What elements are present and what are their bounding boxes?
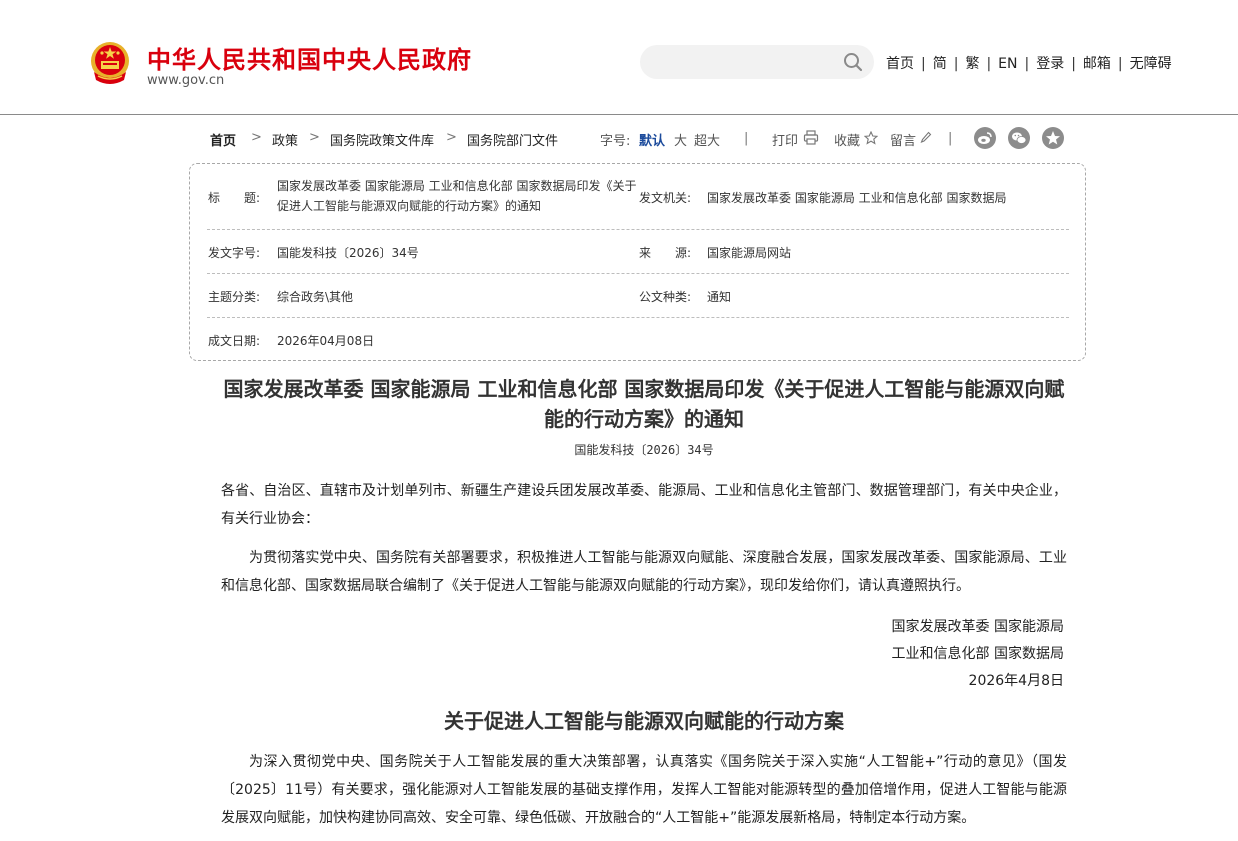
nav-english[interactable]: EN	[998, 56, 1017, 72]
weibo-icon	[978, 132, 992, 144]
breadcrumb-department-docs[interactable]: 国务院部门文件	[467, 130, 558, 149]
info-divider	[207, 229, 1069, 230]
info-source-value: 国家能源局网站	[707, 246, 792, 260]
info-type-label: 公文种类:	[639, 290, 692, 304]
wechat-icon	[1012, 132, 1027, 144]
font-size-xlarge[interactable]: 超大	[694, 130, 720, 149]
nav-separator: |	[1117, 56, 1123, 72]
share-weibo-button[interactable]	[974, 127, 996, 149]
info-date-label: 成文日期:	[208, 334, 261, 348]
search-input[interactable]	[656, 52, 840, 74]
share-wechat-button[interactable]	[1008, 127, 1030, 149]
article-title: 国家发展改革委 国家能源局 工业和信息化部 国家数据局印发《关于促进人工智能与能…	[223, 377, 1065, 431]
info-type-value: 通知	[707, 290, 732, 304]
article-signature-1: 国家发展改革委 国家能源局	[891, 619, 1064, 635]
info-title-label: 标 题:	[208, 191, 261, 205]
info-divider	[207, 317, 1069, 318]
search-box	[640, 45, 874, 79]
top-nav: 首页 | 简 | 繁 | EN | 登录 | 邮箱 | 无障碍	[886, 53, 1172, 73]
nav-separator: |	[1024, 56, 1030, 72]
comment-label: 留言	[890, 134, 917, 149]
comment-button[interactable]: 留言	[890, 130, 932, 149]
print-button[interactable]: 打印	[772, 130, 819, 149]
print-icon	[803, 130, 819, 145]
info-topic-value: 综合政务\其他	[277, 290, 354, 304]
info-issuer-label: 发文机关:	[639, 191, 692, 205]
nav-simplified[interactable]: 简	[933, 56, 947, 72]
plan-title: 关于促进人工智能与能源双向赋能的行动方案	[444, 709, 844, 733]
star-icon	[864, 131, 878, 145]
info-divider	[207, 273, 1069, 274]
favorite-label: 收藏	[834, 134, 861, 149]
site-header: 中华人民共和国中央人民政府 www.gov.cn 首页 | 简 | 繁 | EN | 登录 | 邮箱…	[0, 0, 1238, 115]
nav-separator: |	[1071, 56, 1076, 72]
national-emblem-icon[interactable]	[88, 40, 132, 88]
breadcrumb-arrow: >	[446, 130, 457, 145]
share-qzone-button[interactable]	[1042, 127, 1064, 149]
article-addressee: 各省、自治区、直辖市及计划单列市、新疆生产建设兵团发展改革委、能源局、工业和信息…	[221, 483, 1067, 527]
article-signature-2: 工业和信息化部 国家数据局	[891, 646, 1064, 662]
breadcrumb-policy[interactable]: 政策	[272, 130, 298, 149]
nav-traditional[interactable]: 繁	[965, 56, 979, 72]
font-size-label: 字号:	[600, 134, 631, 149]
info-docno-label: 发文字号:	[208, 246, 261, 260]
nav-mail[interactable]: 邮箱	[1083, 56, 1111, 72]
search-icon[interactable]	[842, 51, 864, 73]
font-size-large[interactable]: 大	[674, 130, 687, 149]
info-title-value: 国家发展改革委 国家能源局 工业和信息化部 国家数据局印发《关于促进人工智能与能…	[277, 179, 637, 213]
article-doc-number: 国能发科技〔2026〕34号	[574, 443, 714, 457]
info-source-label: 来 源:	[639, 246, 692, 260]
toolbar-separator: |	[948, 131, 953, 146]
info-topic-label: 主题分类:	[208, 290, 261, 304]
favorite-button[interactable]: 收藏	[834, 130, 878, 149]
font-size-default[interactable]: 默认	[639, 130, 665, 149]
site-title[interactable]: 中华人民共和国中央人民政府	[147, 40, 472, 75]
nav-login[interactable]: 登录	[1036, 56, 1064, 72]
plan-intro: 为深入贯彻党中央、国务院关于人工智能发展的重大决策部署，认真落实《国务院关于深入…	[221, 754, 1067, 826]
nav-home[interactable]: 首页	[886, 56, 914, 72]
toolbar-separator: |	[744, 131, 749, 146]
info-date-value: 2026年04月08日	[277, 334, 375, 348]
nav-separator: |	[921, 56, 926, 72]
article-body: 为贯彻落实党中央、国务院有关部署要求，积极推进人工智能与能源双向赋能、深度融合发…	[221, 550, 1067, 594]
site-url[interactable]: www.gov.cn	[147, 73, 224, 88]
nav-separator: |	[986, 56, 992, 72]
print-label: 打印	[772, 134, 799, 149]
breadcrumb-home[interactable]: 首页	[210, 130, 236, 149]
info-docno-value: 国能发科技〔2026〕34号	[277, 246, 419, 260]
nav-separator: |	[953, 56, 959, 72]
breadcrumb-policy-library[interactable]: 国务院政策文件库	[330, 130, 434, 149]
nav-accessibility[interactable]: 无障碍	[1130, 56, 1172, 72]
info-issuer-value: 国家发展改革委 国家能源局 工业和信息化部 国家数据局	[707, 191, 1007, 205]
pencil-icon	[920, 131, 932, 143]
qzone-icon	[1046, 131, 1060, 145]
breadcrumb-arrow: >	[309, 130, 320, 145]
document-info-table: 标 题: 国家发展改革委 国家能源局 工业和信息化部 国家数据局印发《关于促进人…	[189, 163, 1086, 361]
article-signature-date: 2026年4月8日	[968, 673, 1064, 689]
breadcrumb-arrow: >	[251, 130, 262, 145]
